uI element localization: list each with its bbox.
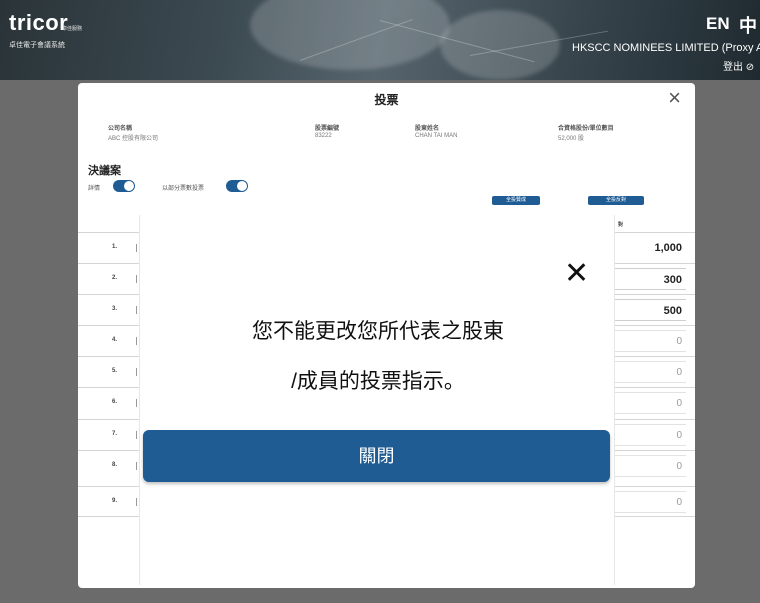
card-title: 投票 xyxy=(374,93,399,107)
resolution-number: 8. xyxy=(112,462,118,468)
company-value: ABC 控股有限公司 xyxy=(108,136,159,142)
detail-toggle-label: 詳情 xyxy=(88,186,101,192)
close-icon[interactable]: × xyxy=(668,87,681,109)
app-header: tricor 卓佳服務 卓佳電子會議系統 EN 中 HKSCC NOMINEES… xyxy=(0,0,760,80)
row-divider xyxy=(136,306,137,314)
row-divider xyxy=(136,368,137,376)
logo-tagline: 卓佳服務 xyxy=(62,26,83,32)
row-divider xyxy=(136,498,137,506)
all-against-button[interactable]: 全投反對 xyxy=(588,196,644,205)
shares-label: 合資格股份/單位數目 xyxy=(558,126,614,132)
logout-button[interactable]: 登出 ⊘ xyxy=(723,58,754,73)
account-name: HKSCC NOMINEES LIMITED (Proxy A) xyxy=(572,42,760,54)
against-vote-input[interactable]: 0 xyxy=(610,424,686,446)
against-vote-input[interactable]: 1,000 xyxy=(610,237,686,259)
resolution-number: 3. xyxy=(112,306,118,312)
resolution-number: 9. xyxy=(112,498,118,504)
voting-card: 投票 × 公司名稱 ABC 控股有限公司 股票編號 83222 股東姓名 CHA… xyxy=(78,83,695,588)
resolution-number: 4. xyxy=(112,337,118,343)
shares-value: 52,000 股 xyxy=(558,136,585,142)
against-vote-input[interactable]: 0 xyxy=(610,361,686,383)
holder-label: 股東姓名 xyxy=(415,126,440,132)
resolution-number: 5. xyxy=(112,368,118,374)
language-zh-button[interactable]: 中 xyxy=(739,12,757,38)
stock-code-value: 83222 xyxy=(315,133,332,139)
logout-label: 登出 xyxy=(723,62,743,73)
close-dialog-button[interactable]: 關閉 xyxy=(143,430,610,482)
against-vote-input[interactable]: 0 xyxy=(610,455,686,477)
system-subtitle: 卓佳電子會議系統 xyxy=(9,42,65,49)
row-divider xyxy=(136,399,137,407)
alert-dialog: ✕ 您不能更改您所代表之股東 /成員的投票指示。 關閉 xyxy=(139,215,615,585)
company-label: 公司名稱 xyxy=(108,126,133,132)
row-divider xyxy=(136,431,137,439)
against-vote-input[interactable]: 500 xyxy=(610,299,686,321)
header-decoration xyxy=(440,10,560,80)
against-vote-input[interactable]: 300 xyxy=(610,268,686,290)
logout-icon: ⊘ xyxy=(745,62,755,73)
detail-toggle[interactable] xyxy=(113,180,135,192)
all-for-button[interactable]: 全投贊成 xyxy=(492,196,540,205)
holder-value: CHAN TAI MAN xyxy=(415,133,458,139)
against-vote-input[interactable]: 0 xyxy=(610,330,686,352)
stock-code-label: 股票編號 xyxy=(315,126,340,132)
partial-vote-toggle-label: 以部分票數投票 xyxy=(162,186,205,192)
header-decoration xyxy=(250,0,450,70)
resolution-number: 6. xyxy=(112,399,118,405)
row-divider xyxy=(136,275,137,283)
partial-vote-toggle[interactable] xyxy=(226,180,248,192)
against-vote-input[interactable]: 0 xyxy=(610,392,686,414)
dialog-message-line1: 您不能更改您所代表之股東 xyxy=(252,320,504,343)
resolution-number: 7. xyxy=(112,431,118,437)
row-divider xyxy=(136,462,137,470)
tricor-logo[interactable]: tricor xyxy=(9,10,68,36)
dialog-message-line2: /成員的投票指示。 xyxy=(291,370,465,393)
close-icon[interactable]: ✕ xyxy=(564,259,589,289)
row-divider xyxy=(136,244,137,252)
resolution-number: 2. xyxy=(112,275,118,281)
language-en-button[interactable]: EN xyxy=(706,14,730,34)
row-divider xyxy=(136,337,137,345)
against-vote-input[interactable]: 0 xyxy=(610,491,686,513)
resolutions-title: 決議案 xyxy=(88,165,121,177)
against-column-header: 對 xyxy=(618,222,624,228)
resolution-number: 1. xyxy=(112,244,118,250)
